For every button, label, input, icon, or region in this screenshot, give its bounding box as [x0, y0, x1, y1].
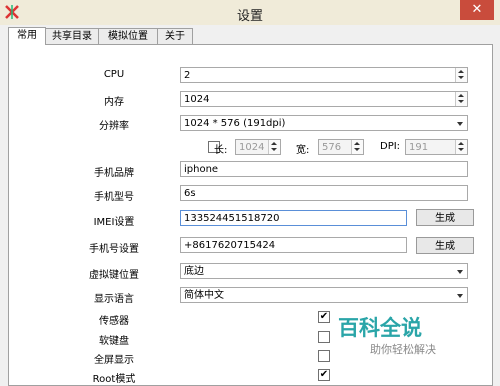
length-value: 1024 — [239, 142, 265, 153]
root-checkbox[interactable]: ✔ — [318, 369, 330, 381]
chevron-down-icon — [457, 270, 463, 274]
root-label: Root模式 — [92, 374, 136, 385]
chevron-down-icon — [457, 122, 463, 126]
softkeyboard-checkbox[interactable] — [318, 331, 330, 343]
model-label: 手机型号 — [94, 192, 134, 203]
memory-value: 1024 — [184, 94, 210, 105]
brand-input[interactable]: iphone — [180, 161, 468, 177]
width-spinbox[interactable]: 576 — [318, 139, 364, 155]
model-value: 6s — [184, 188, 196, 199]
cpu-spin-buttons[interactable] — [455, 68, 467, 82]
vkey-select[interactable]: 底边 — [180, 263, 468, 279]
language-value: 简体中文 — [184, 290, 224, 301]
resolution-label: 分辨率 — [99, 121, 129, 132]
language-select[interactable]: 简体中文 — [180, 287, 468, 303]
tab-about[interactable]: 关于 — [157, 28, 193, 44]
vkey-label: 虚拟键位置 — [89, 270, 139, 281]
width-value: 576 — [322, 142, 342, 153]
imei-label: IMEI设置 — [93, 217, 135, 228]
length-spin-buttons[interactable] — [268, 140, 280, 154]
resolution-select[interactable]: 1024 * 576 (191dpi) — [180, 115, 468, 131]
phone-label: 手机号设置 — [89, 244, 139, 255]
vkey-value: 底边 — [184, 266, 204, 277]
close-button[interactable]: ✕ — [460, 0, 494, 20]
phone-value: +8617620715424 — [184, 240, 276, 251]
cpu-spinbox[interactable]: 2 — [180, 67, 468, 83]
imei-input[interactable]: 133524451518720 — [180, 210, 407, 226]
watermark-subtitle: 助你轻松解决 — [370, 343, 436, 356]
cpu-value: 2 — [184, 70, 191, 81]
memory-spin-buttons[interactable] — [455, 92, 467, 106]
softkeyboard-label: 软键盘 — [99, 336, 129, 347]
imei-value: 133524451518720 — [184, 213, 280, 224]
model-input[interactable]: 6s — [180, 185, 468, 201]
tab-common[interactable]: 常用 — [8, 27, 46, 45]
resolution-value: 1024 * 576 (191dpi) — [184, 118, 286, 129]
dpi-spin-buttons[interactable] — [455, 140, 467, 154]
dpi-spinbox[interactable]: 191 — [405, 139, 468, 155]
sensor-checkbox[interactable]: ✔ — [318, 311, 330, 323]
width-spin-buttons[interactable] — [351, 140, 363, 154]
dpi-label: DPI: — [380, 141, 401, 152]
generate-phone-button[interactable]: 生成 — [416, 237, 474, 254]
sensor-label: 传感器 — [99, 316, 129, 327]
fullscreen-checkbox[interactable] — [318, 350, 330, 362]
window-title: 设置 — [236, 9, 263, 24]
memory-spinbox[interactable]: 1024 — [180, 91, 468, 107]
language-label: 显示语言 — [94, 294, 134, 305]
phone-input[interactable]: +8617620715424 — [180, 237, 407, 253]
cpu-label: CPU — [103, 69, 125, 80]
width-label: 宽: — [296, 145, 310, 156]
length-label: 长: — [214, 145, 228, 156]
dpi-value: 191 — [409, 142, 429, 153]
fullscreen-label: 全屏显示 — [94, 355, 134, 366]
brand-value: iphone — [184, 164, 219, 175]
chevron-down-icon — [457, 294, 463, 298]
tab-mock-location[interactable]: 模拟位置 — [98, 28, 158, 44]
length-spinbox[interactable]: 1024 — [235, 139, 281, 155]
memory-label: 内存 — [104, 97, 124, 108]
title-bar: 设置 ✕ — [0, 0, 500, 25]
generate-imei-button[interactable]: 生成 — [416, 209, 474, 226]
tab-shared-dir[interactable]: 共享目录 — [45, 28, 99, 44]
brand-label: 手机品牌 — [94, 168, 134, 179]
watermark-title: 百科全说 — [338, 316, 422, 340]
